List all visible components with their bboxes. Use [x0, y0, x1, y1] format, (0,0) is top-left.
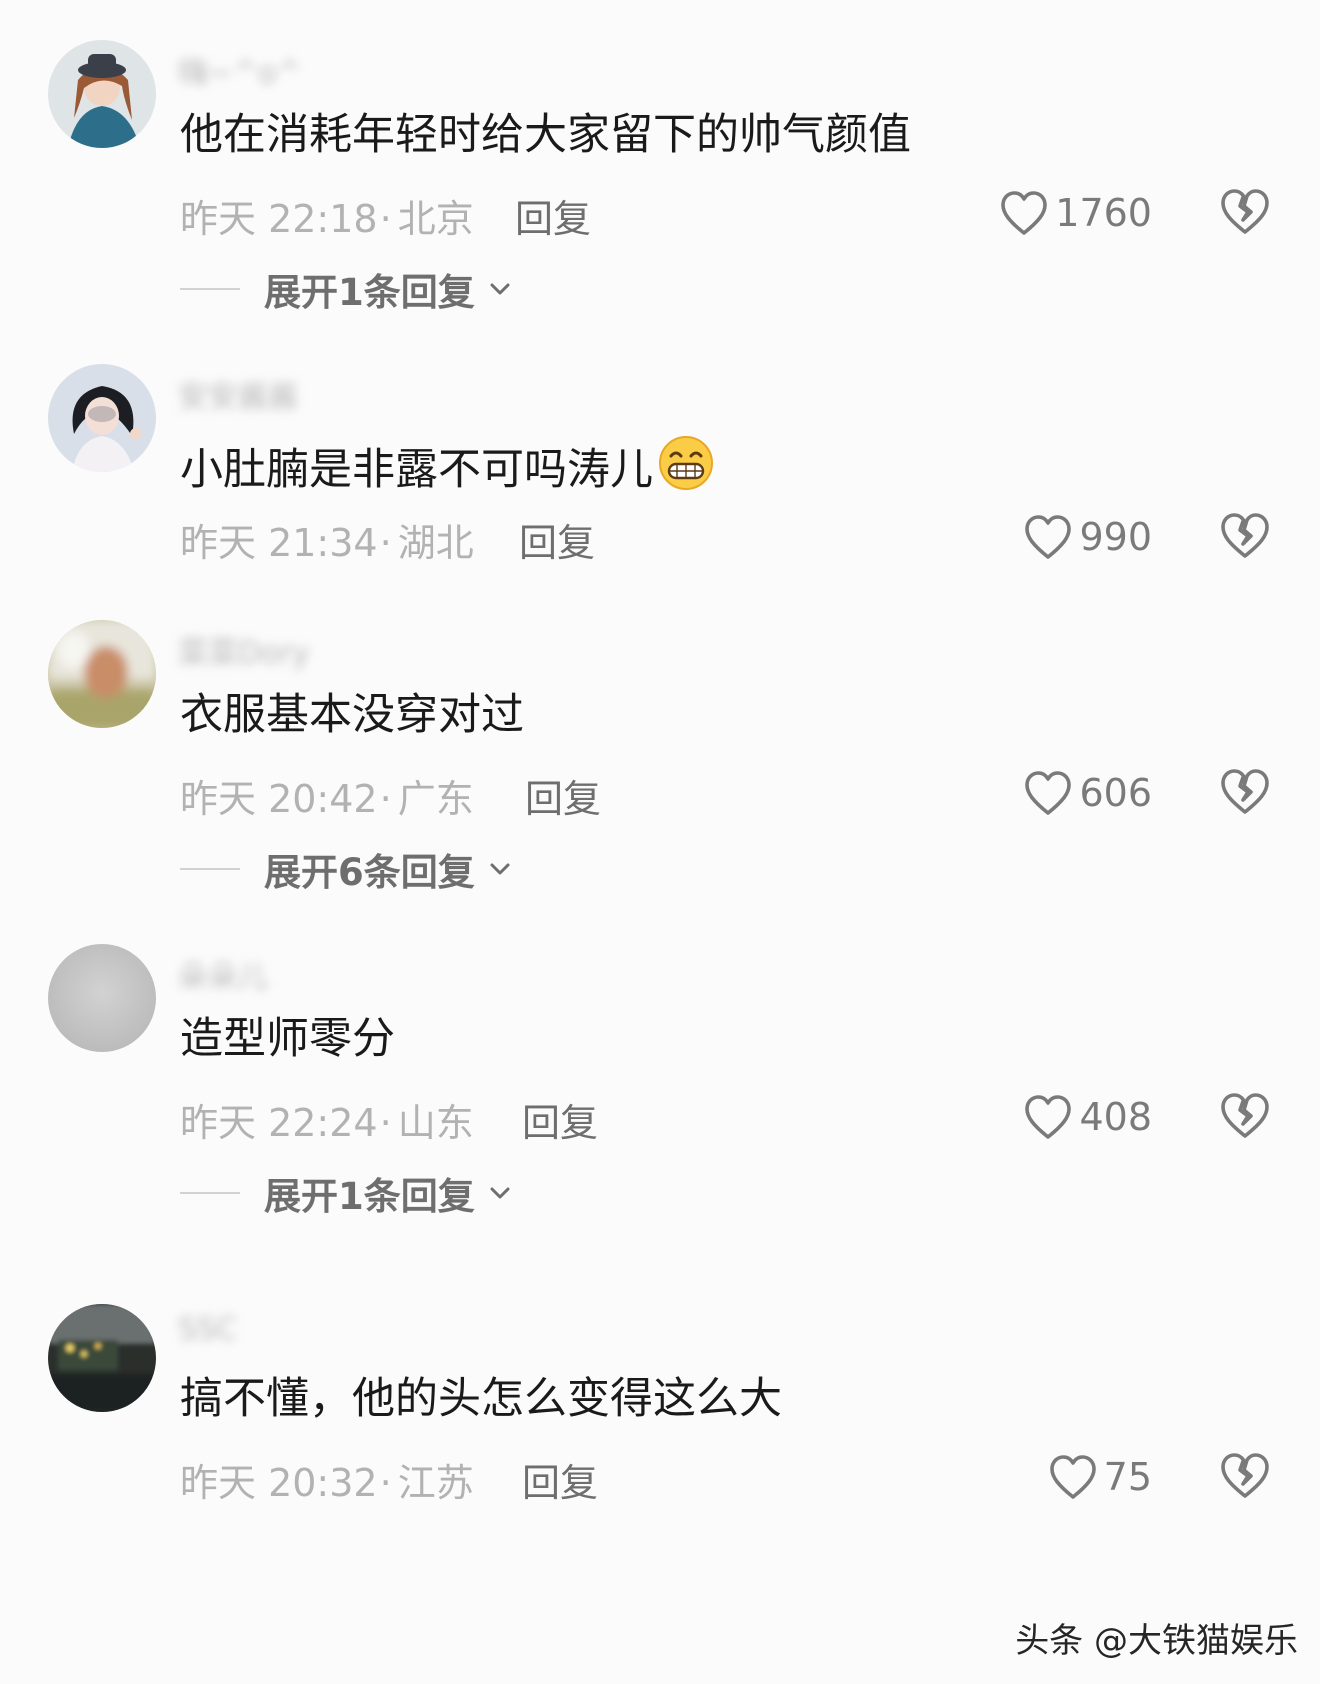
broken-heart-icon[interactable] [1218, 510, 1272, 562]
heart-outline-icon [1049, 1455, 1096, 1499]
avatar[interactable] [48, 944, 156, 1052]
heart-outline-icon [1025, 771, 1072, 815]
comment-text-content: 小肚腩是非露不可吗涛儿 [180, 445, 653, 495]
expand-label: 展开6条回复 [264, 851, 475, 894]
username[interactable]: 朵朵儿 [178, 952, 268, 995]
heart-outline-icon [1001, 191, 1048, 235]
comment-text: 造型师零分 [180, 1014, 395, 1064]
heart-outline-icon [1025, 515, 1072, 559]
expand-replies-button[interactable]: 展开6条回复 [180, 846, 513, 894]
comment-text: 小肚腩是非露不可吗涛儿 [180, 434, 715, 497]
broken-heart-icon[interactable] [1218, 766, 1272, 818]
comment-location: 山东 [397, 1101, 474, 1145]
comment-meta: 昨天 22:18· 北京 [180, 188, 474, 243]
comment-location: 湖北 [397, 521, 474, 565]
comment-item: 菜菜Dory 衣服基本没穿对过 昨天 20:42· 广东 回复 606 展开6条回… [0, 620, 1320, 920]
comment-meta: 昨天 21:34· 湖北 [180, 512, 474, 567]
comment-location: 广东 [397, 777, 474, 821]
like-button[interactable]: 408 [1023, 1090, 1152, 1144]
comment-location: 江苏 [397, 1461, 474, 1505]
like-button[interactable]: 1760 [999, 186, 1152, 240]
reply-button[interactable]: 回复 [522, 1092, 598, 1147]
like-button[interactable]: 990 [1023, 510, 1152, 564]
comment-meta: 昨天 20:42· 广东 [180, 768, 474, 823]
comment-item: SSC 搞不懂，他的头怎么变得这么大 昨天 20:32· 江苏 回复 75 [0, 1304, 1320, 1604]
expand-replies-button[interactable]: 展开1条回复 [180, 266, 513, 314]
watermark: 头条 @大铁猫娱乐 [1015, 1621, 1298, 1661]
avatar[interactable] [48, 620, 156, 728]
comment-time: 昨天 20:42 [180, 777, 378, 821]
broken-heart-icon[interactable] [1218, 1090, 1272, 1142]
avatar[interactable] [48, 364, 156, 472]
comment-text: 衣服基本没穿对过 [180, 690, 524, 740]
comment-meta: 昨天 20:32· 江苏 [180, 1452, 474, 1507]
comment-text: 他在消耗年轻时给大家留下的帅气颜值 [180, 110, 911, 160]
reply-button[interactable]: 回复 [525, 768, 601, 823]
like-count: 1760 [1055, 191, 1152, 235]
username[interactable]: 嗨~^o^ [178, 48, 302, 91]
comment-location: 北京 [397, 197, 474, 241]
expand-divider [180, 288, 240, 290]
expand-replies-button[interactable]: 展开1条回复 [180, 1170, 513, 1218]
like-count: 990 [1079, 515, 1152, 559]
comment-time: 昨天 20:32 [180, 1461, 378, 1505]
comment-time: 昨天 22:18 [180, 197, 378, 241]
comment-text: 搞不懂，他的头怎么变得这么大 [180, 1374, 782, 1424]
comment-meta: 昨天 22:24· 山东 [180, 1092, 474, 1147]
heart-outline-icon [1025, 1095, 1072, 1139]
comment-time: 昨天 22:24 [180, 1101, 378, 1145]
chevron-down-icon [490, 863, 510, 875]
like-count: 606 [1079, 771, 1152, 815]
broken-heart-icon[interactable] [1218, 1450, 1272, 1502]
like-count: 408 [1079, 1095, 1152, 1139]
expand-label: 展开1条回复 [264, 1175, 475, 1218]
reply-button[interactable]: 回复 [522, 1452, 598, 1507]
avatar[interactable] [48, 40, 156, 148]
expand-divider [180, 868, 240, 870]
like-count: 75 [1103, 1455, 1152, 1499]
comment-time: 昨天 21:34 [180, 521, 378, 565]
username[interactable]: 安安酱酱 [178, 372, 298, 415]
meta-separator: · [379, 521, 392, 565]
chevron-down-icon [490, 1187, 510, 1199]
username[interactable]: 菜菜Dory [178, 628, 310, 671]
like-button[interactable]: 606 [1023, 766, 1152, 820]
meta-separator: · [379, 197, 392, 241]
username[interactable]: SSC [178, 1312, 237, 1347]
meta-separator: · [379, 1461, 392, 1505]
comment-item: 朵朵儿 造型师零分 昨天 22:24· 山东 回复 408 展开1条回复 [0, 944, 1320, 1244]
avatar[interactable] [48, 1304, 156, 1412]
grinning-emoji-icon [659, 436, 713, 490]
like-button[interactable]: 75 [1048, 1450, 1152, 1504]
comment-item: 嗨~^o^ 他在消耗年轻时给大家留下的帅气颜值 昨天 22:18· 北京 回复 1… [0, 40, 1320, 340]
reply-button[interactable]: 回复 [519, 512, 595, 567]
expand-label: 展开1条回复 [264, 271, 475, 314]
expand-divider [180, 1192, 240, 1194]
meta-separator: · [379, 1101, 392, 1145]
broken-heart-icon[interactable] [1218, 186, 1272, 238]
chevron-down-icon [490, 283, 510, 295]
reply-button[interactable]: 回复 [515, 188, 591, 243]
comment-item: 安安酱酱 小肚腩是非露不可吗涛儿 昨天 21:34· 湖北 回复 990 [0, 364, 1320, 664]
meta-separator: · [379, 777, 392, 821]
